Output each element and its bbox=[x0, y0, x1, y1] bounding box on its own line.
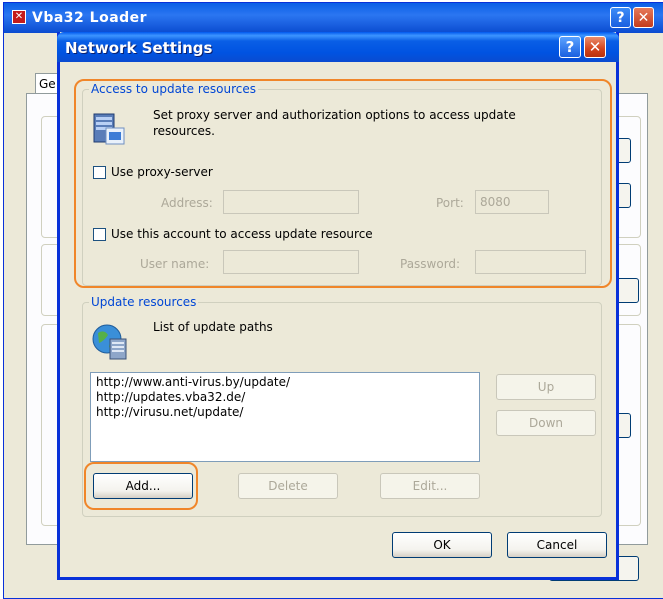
access-group-highlight bbox=[74, 79, 612, 288]
edit-button[interactable]: Edit... bbox=[380, 473, 480, 499]
background-close-button[interactable]: ✕ bbox=[633, 7, 654, 28]
delete-button[interactable]: Delete bbox=[238, 473, 338, 499]
update-description: List of update paths bbox=[153, 320, 273, 334]
update-group-legend: Update resources bbox=[89, 295, 199, 309]
up-button[interactable]: Up bbox=[496, 374, 596, 400]
list-item[interactable]: http://updates.vba32.de/ bbox=[96, 390, 474, 405]
dialog-titlebar: Network Settings ? ✕ bbox=[57, 32, 619, 62]
ok-button[interactable]: OK bbox=[392, 532, 492, 558]
list-item[interactable]: http://www.anti-virus.by/update/ bbox=[96, 375, 474, 390]
help-button[interactable]: ? bbox=[559, 36, 581, 58]
app-icon: ✕ bbox=[12, 10, 26, 24]
globe-server-icon bbox=[90, 321, 130, 364]
cancel-button[interactable]: Cancel bbox=[507, 532, 607, 558]
close-button[interactable]: ✕ bbox=[584, 36, 606, 58]
list-item[interactable]: http://virusu.net/update/ bbox=[96, 405, 474, 420]
update-paths-list[interactable]: http://www.anti-virus.by/update/ http://… bbox=[90, 372, 480, 462]
background-help-button[interactable]: ? bbox=[610, 7, 631, 28]
network-settings-dialog: Network Settings ? ✕ Access to update re… bbox=[57, 32, 619, 580]
background-titlebar: ✕ Vba32 Loader ? ✕ bbox=[4, 3, 663, 33]
dialog-title: Network Settings bbox=[65, 39, 213, 57]
background-window-title: Vba32 Loader bbox=[32, 10, 148, 26]
down-button[interactable]: Down bbox=[496, 410, 596, 436]
add-button-highlight bbox=[84, 462, 198, 510]
